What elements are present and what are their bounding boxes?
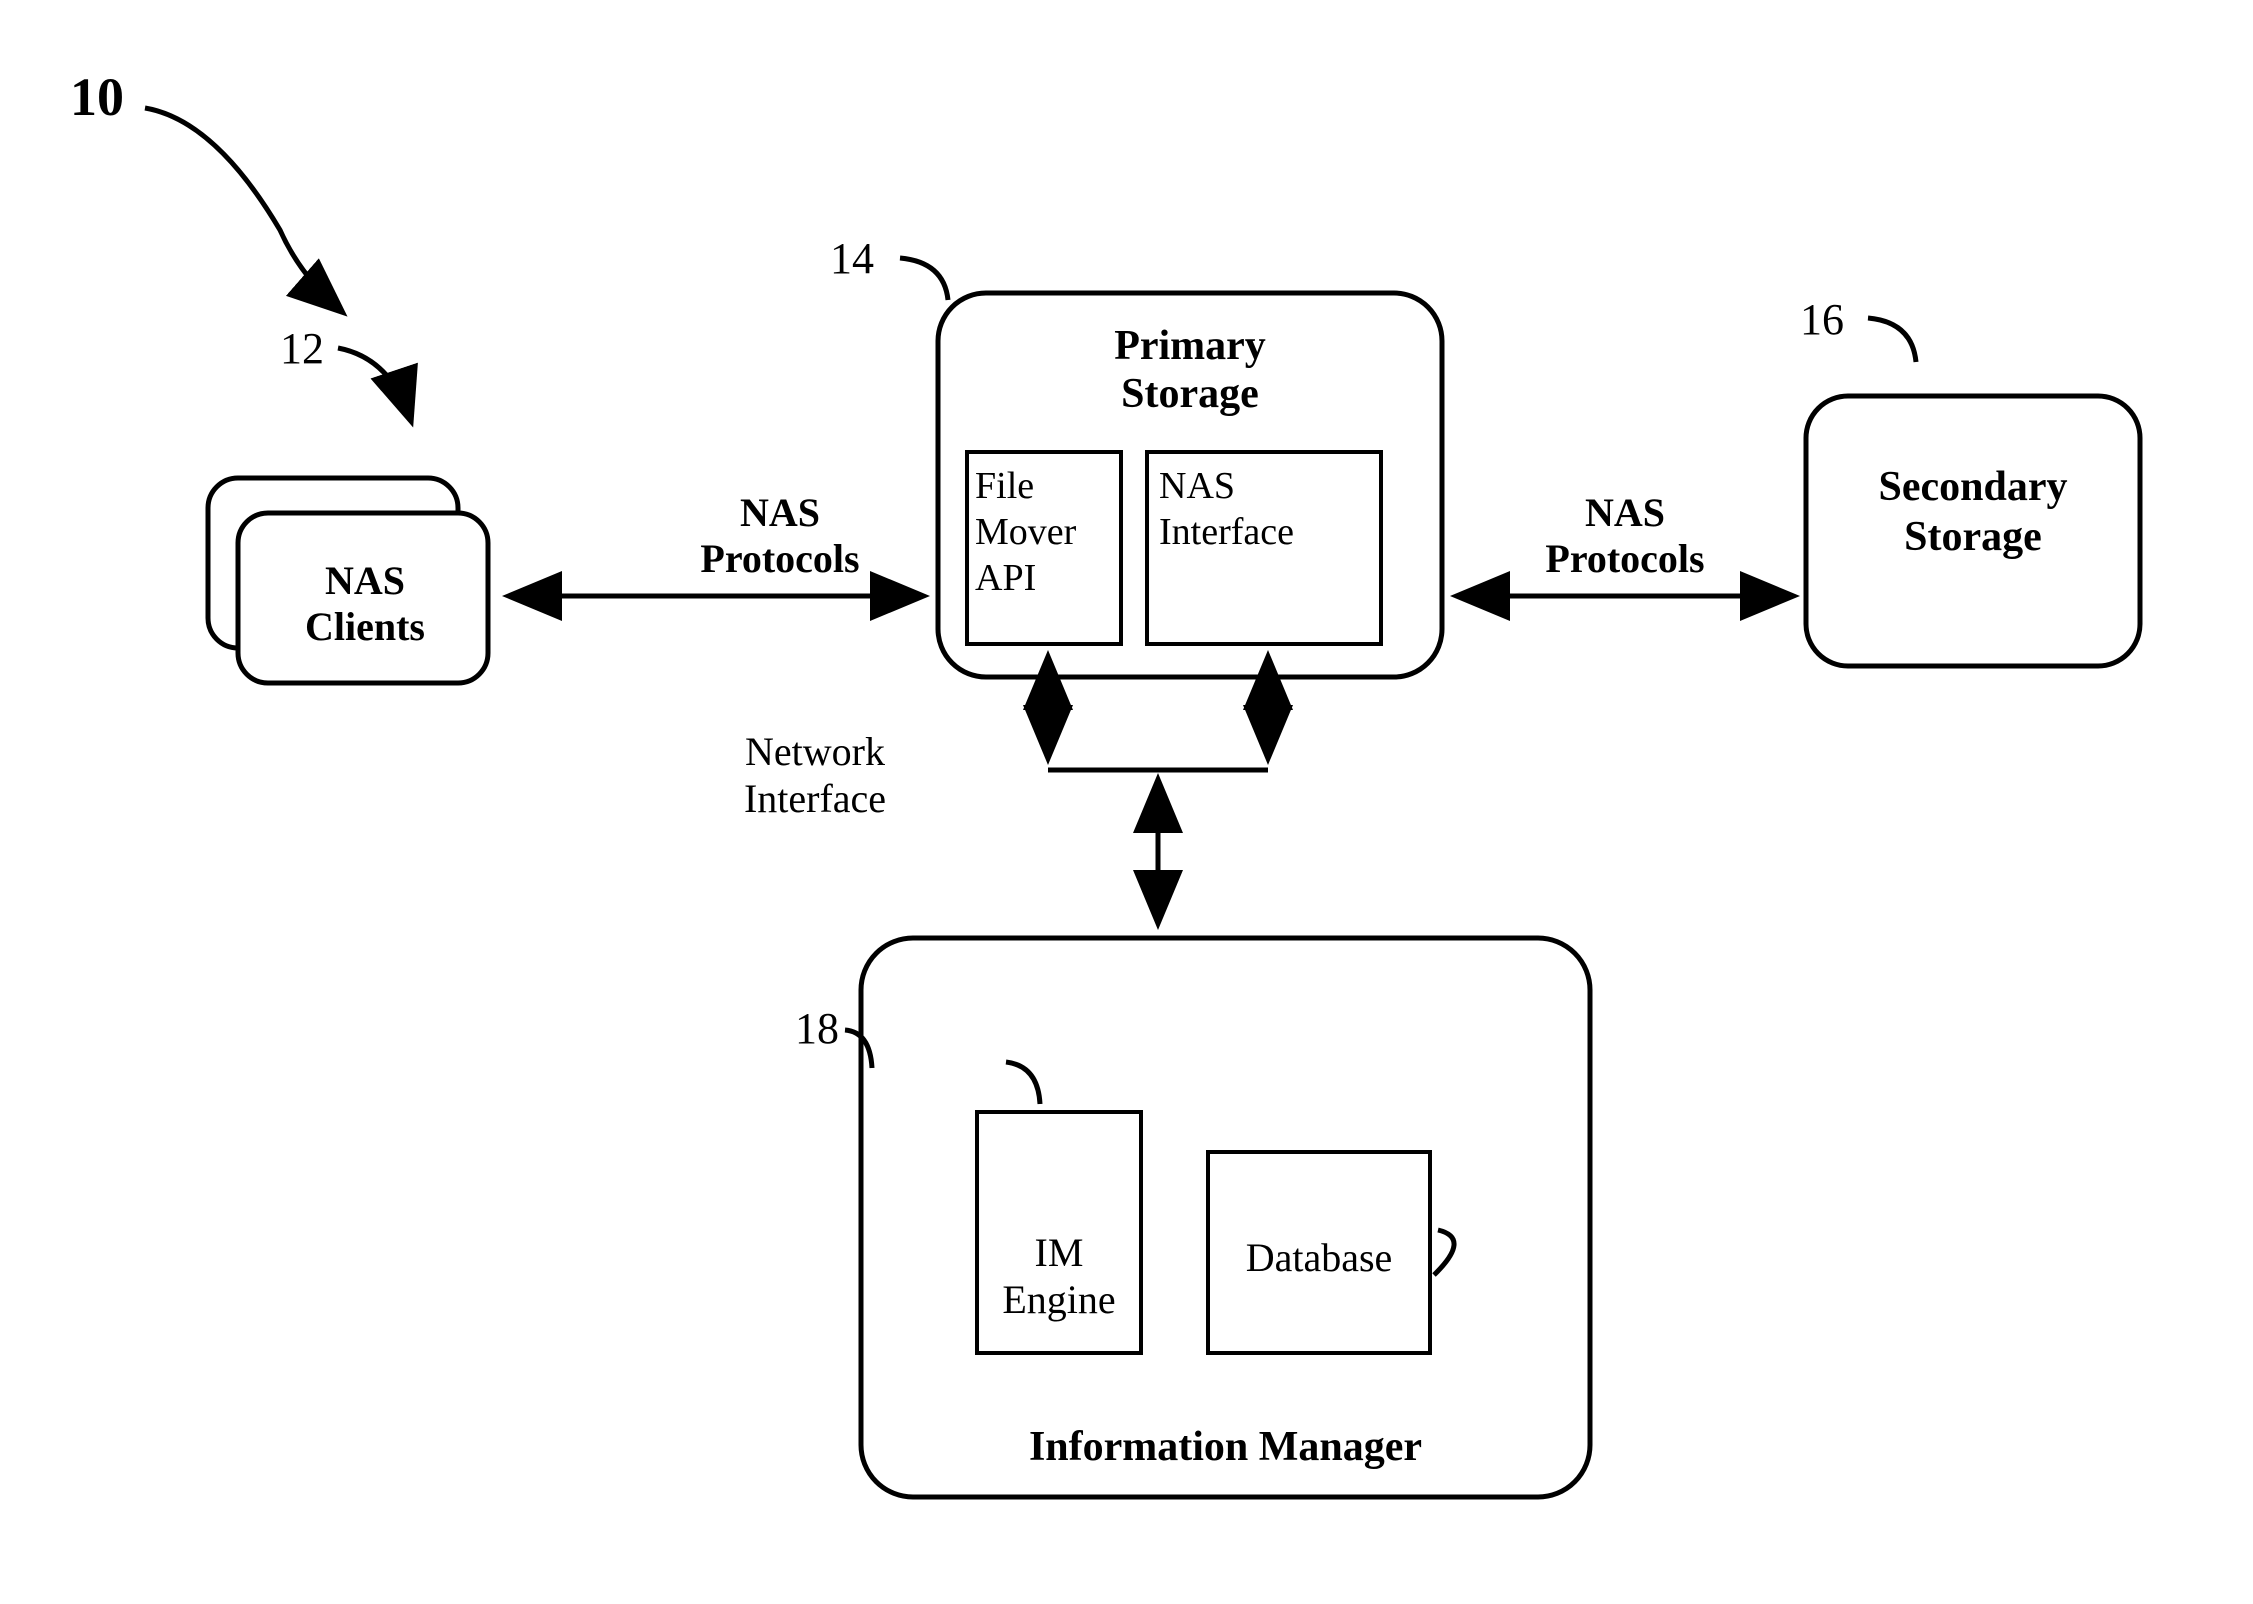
file-mover-l2: Mover	[975, 510, 1076, 554]
information-manager-box: IM Engine Database Information Manager	[858, 935, 1593, 1500]
ref-10: 10	[70, 66, 124, 128]
primary-title-2: Storage	[935, 370, 1445, 418]
nas-clients-label-2: Clients	[275, 603, 455, 650]
database-label: Database	[1210, 1234, 1428, 1281]
secondary-l2: Storage	[1803, 513, 2143, 561]
file-mover-l3: API	[975, 556, 1036, 600]
ref-16: 16	[1800, 294, 1844, 345]
secondary-storage-box: Secondary Storage	[1803, 393, 2143, 669]
file-mover-l1: File	[975, 464, 1034, 508]
primary-title-1: Primary	[935, 322, 1445, 370]
ref-18: 18	[795, 1003, 839, 1054]
network-interface-l2: Interface	[715, 775, 915, 822]
primary-storage-box: Primary Storage File Mover API NAS Inter…	[935, 290, 1445, 680]
nas-protocols-left-l2: Protocols	[680, 535, 880, 582]
nas-interface-box: NAS Interface	[1145, 450, 1383, 646]
nas-clients-box: NAS Clients	[205, 475, 495, 693]
nas-protocols-left-l1: NAS	[680, 489, 880, 536]
nas-interface-l2: Interface	[1159, 510, 1294, 554]
im-engine-l1: IM	[979, 1229, 1139, 1276]
ref-12: 12	[280, 323, 324, 374]
nas-protocols-right-l1: NAS	[1525, 489, 1725, 536]
im-title: Information Manager	[858, 1423, 1593, 1471]
secondary-l1: Secondary	[1803, 463, 2143, 511]
nas-protocols-right-l2: Protocols	[1525, 535, 1725, 582]
im-engine-l2: Engine	[979, 1276, 1139, 1323]
ref-14: 14	[830, 233, 874, 284]
nas-clients-label-1: NAS	[275, 557, 455, 604]
database-box: Database	[1206, 1150, 1432, 1355]
im-engine-box: IM Engine	[975, 1110, 1143, 1355]
file-mover-api-box: File Mover API	[965, 450, 1123, 646]
network-interface-l1: Network	[715, 728, 915, 775]
nas-interface-l1: NAS	[1159, 464, 1235, 508]
